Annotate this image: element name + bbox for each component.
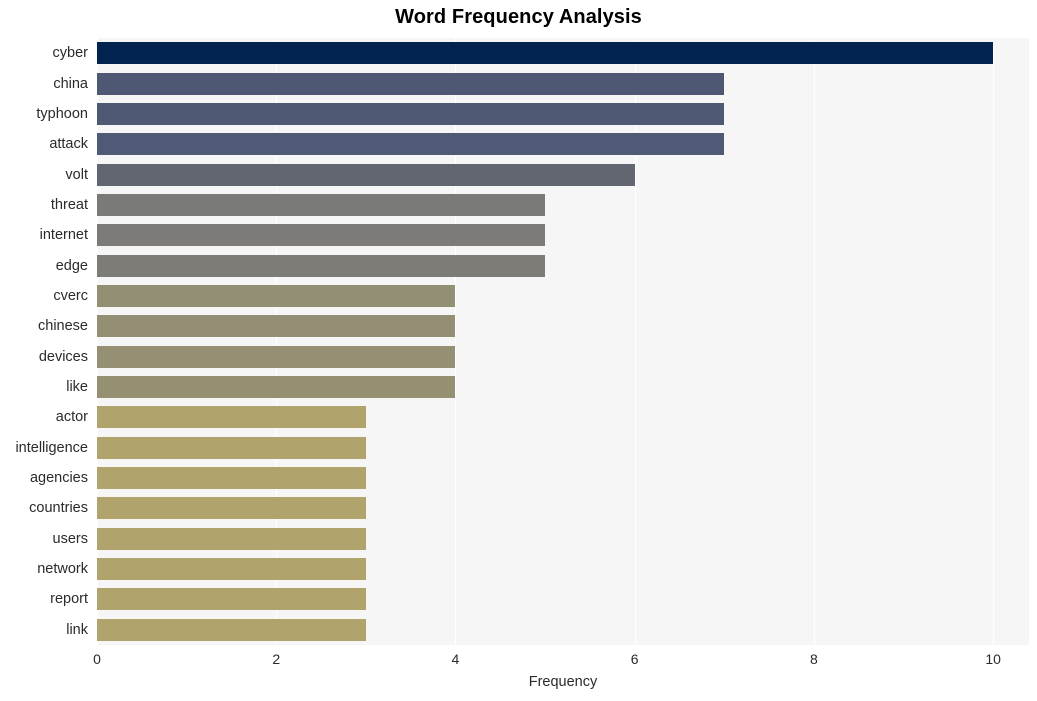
bar-fill	[97, 284, 456, 307]
bar	[97, 588, 366, 611]
bar	[97, 497, 366, 520]
bar-fill	[97, 558, 366, 581]
bar	[97, 133, 725, 156]
y-tick-label-attack: attack	[49, 136, 88, 153]
gridline-x-6	[634, 38, 636, 645]
y-tick-label-users: users	[52, 530, 88, 547]
word-frequency-chart-figure: Word Frequency Analysis cyber china typhoo…	[0, 0, 1037, 701]
x-tick-label-10: 10	[985, 651, 1001, 667]
y-tick-label-edge: edge	[55, 257, 88, 274]
bar	[97, 558, 366, 581]
y-tick-label-chinese: chinese	[38, 318, 88, 335]
bar-fill	[97, 618, 366, 641]
gridline-x-4	[455, 38, 457, 645]
bar-fill	[97, 72, 725, 95]
bar-fill	[97, 467, 366, 490]
bar	[97, 376, 456, 399]
y-tick-label-cverc: cverc	[53, 287, 88, 304]
bar-fill	[97, 315, 456, 338]
y-tick-label-network: network	[37, 561, 88, 578]
bar-fill	[97, 193, 546, 216]
y-tick-label-agencies: agencies	[29, 470, 88, 487]
plot-area	[97, 38, 1029, 645]
bar	[97, 254, 546, 277]
y-tick-label-volt: volt	[65, 166, 88, 183]
y-tick-label-countries: countries	[29, 500, 88, 517]
bar	[97, 72, 725, 95]
gridline-x-2	[276, 38, 278, 645]
bar	[97, 42, 994, 65]
bar-fill	[97, 163, 635, 186]
bar	[97, 102, 725, 125]
bar	[97, 224, 546, 247]
x-tick-label-6: 6	[630, 651, 639, 667]
y-tick-label-threat: threat	[50, 196, 88, 213]
x-tick-label-2: 2	[272, 651, 281, 667]
bar	[97, 406, 366, 429]
bar-fill	[97, 406, 366, 429]
y-tick-label-cyber: cyber	[52, 45, 88, 62]
bar-fill	[97, 376, 456, 399]
bar	[97, 345, 456, 368]
bar	[97, 618, 366, 641]
bar-fill	[97, 224, 546, 247]
gridline-x-10	[993, 38, 995, 645]
bar-fill	[97, 254, 546, 277]
bar	[97, 163, 635, 186]
gridline-x-0	[97, 38, 98, 645]
bar-fill	[97, 102, 725, 125]
x-tick-label-4: 4	[451, 651, 460, 667]
bar	[97, 527, 366, 550]
y-tick-label-internet: internet	[39, 227, 88, 244]
bar-fill	[97, 527, 366, 550]
bar-fill	[97, 497, 366, 520]
y-tick-label-intelligence: intelligence	[15, 439, 88, 456]
bar-fill	[97, 436, 366, 459]
y-tick-label-report: report	[50, 591, 88, 608]
x-axis-title: Frequency	[528, 674, 598, 690]
y-tick-label-like: like	[66, 379, 88, 396]
bar	[97, 436, 366, 459]
y-tick-label-china: china	[53, 75, 88, 92]
y-tick-label-typhoon: typhoon	[36, 105, 88, 122]
bar	[97, 315, 456, 338]
gridline-x-8	[813, 38, 815, 645]
x-tick-label-0: 0	[93, 651, 101, 667]
x-tick-label-8: 8	[810, 651, 818, 667]
bar-fill	[97, 133, 725, 156]
bar-fill	[97, 588, 366, 611]
y-tick-label-devices: devices	[38, 348, 88, 365]
bar-fill	[97, 345, 456, 368]
y-tick-label-link: link	[66, 621, 88, 638]
bar	[97, 284, 456, 307]
bar	[97, 467, 366, 490]
bar	[97, 193, 546, 216]
chart-title: Word Frequency Analysis	[395, 6, 642, 28]
y-tick-label-actor: actor	[55, 409, 88, 426]
bar-fill	[97, 42, 994, 65]
